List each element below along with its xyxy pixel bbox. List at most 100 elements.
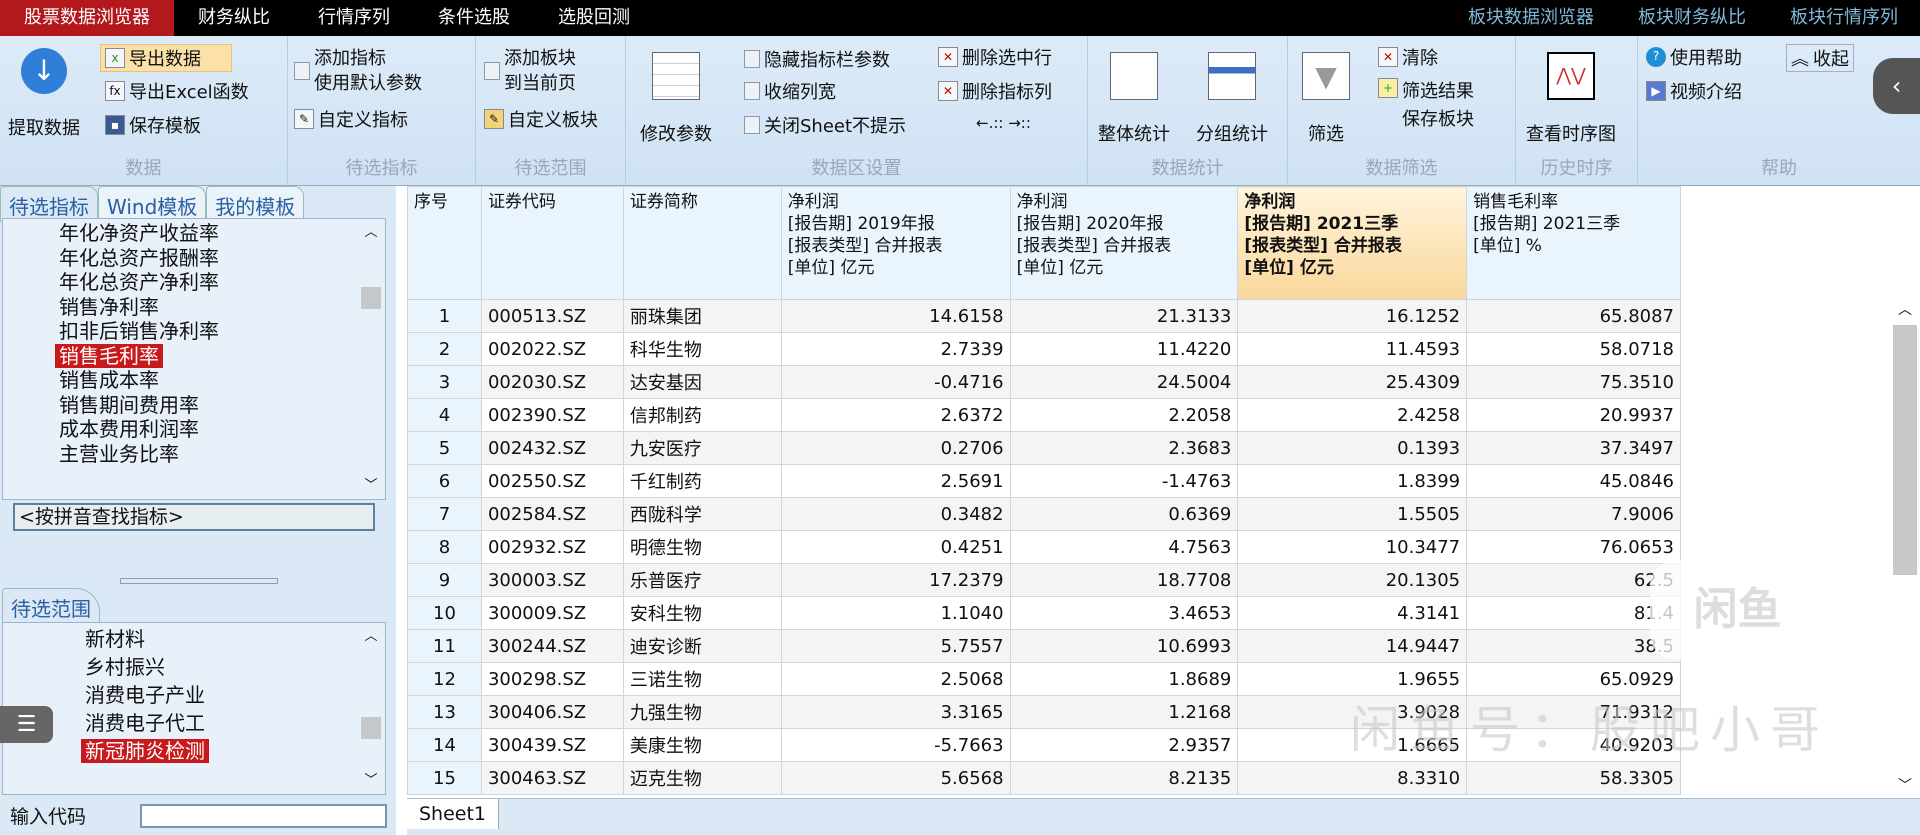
security-code[interactable]: 300244.SZ <box>480 629 624 663</box>
scroll-down-icon[interactable]: ﹀ <box>359 474 383 493</box>
table-row[interactable]: 11300244.SZ迪安诊断5.755710.699314.944738.5 <box>407 629 1681 663</box>
table-row[interactable]: 4 002390.SZ 信邦制药 2.6372 2.2058 2.4258 20.9937 <box>407 398 1681 432</box>
tab-my-template[interactable]: 我的模板 <box>206 186 305 222</box>
security-name[interactable]: 信邦制药 <box>622 398 782 432</box>
range-item[interactable]: 乡村振兴 <box>3 653 385 681</box>
indicator-item[interactable]: 销售毛利率 <box>3 343 385 369</box>
net-profit-2021q3[interactable]: 4.3141 <box>1237 596 1468 630</box>
column-header[interactable]: 净利润 [报告期] 2019年报 [报表类型] 合并报表 [单位] 亿元 <box>780 186 1011 300</box>
net-profit-2020[interactable]: -1.4763 <box>1009 464 1239 498</box>
security-name[interactable]: 九强生物 <box>622 695 782 729</box>
add-block-checkbox[interactable]: 添加板块 到当前页 <box>484 46 576 96</box>
column-header[interactable]: 净利润 [报告期] 2021三季 [报表类型] 合并报表 [单位] 亿元 <box>1237 186 1468 300</box>
row-index[interactable]: 7 <box>407 497 482 531</box>
security-code[interactable]: 002022.SZ <box>480 332 624 366</box>
indicator-item[interactable]: 年化净资产收益率 <box>3 221 385 246</box>
row-index[interactable]: 1 <box>407 299 482 333</box>
row-index[interactable]: 4 <box>407 398 482 432</box>
net-profit-2020[interactable]: 1.2168 <box>1009 695 1239 729</box>
gross-margin-2021q3[interactable]: 20.9937 <box>1466 398 1681 432</box>
net-profit-2020[interactable]: 21.3133 <box>1009 299 1239 333</box>
gross-margin-2021q3[interactable]: 65.8087 <box>1466 299 1681 333</box>
hide-params-checkbox[interactable]: 隐藏指标栏参数 <box>744 46 890 72</box>
net-profit-2020[interactable]: 3.4653 <box>1009 596 1239 630</box>
row-index[interactable]: 2 <box>407 332 482 366</box>
scroll-down-icon[interactable]: ﹀ <box>359 769 383 788</box>
net-profit-2019[interactable]: 0.3482 <box>780 497 1011 531</box>
modify-params-button[interactable]: 修改参数 <box>640 52 712 146</box>
net-profit-2021q3[interactable]: 11.4593 <box>1237 332 1468 366</box>
scroll-thumb[interactable] <box>361 717 381 739</box>
range-item[interactable]: 新冠肺炎检测 <box>3 737 385 765</box>
net-profit-2019[interactable]: -5.7663 <box>780 728 1011 762</box>
filter-button[interactable]: ▼ 筛选 <box>1302 52 1350 146</box>
table-row[interactable]: 3 002030.SZ 达安基因 -0.4716 24.5004 25.4309 75.35… <box>407 365 1681 399</box>
security-name[interactable]: 科华生物 <box>622 332 782 366</box>
gross-margin-2021q3[interactable]: 81.4 <box>1466 596 1681 630</box>
net-profit-2021q3[interactable]: 2.4258 <box>1237 398 1468 432</box>
indicator-item[interactable]: 扣非后销售净利率 <box>3 319 385 344</box>
net-profit-2020[interactable]: 24.5004 <box>1009 365 1239 399</box>
indicator-scrollbar[interactable]: ︿ ﹀ <box>359 221 383 497</box>
row-index[interactable]: 11 <box>407 629 482 663</box>
range-item[interactable]: 新材料 <box>3 625 385 653</box>
tab-stock-screen[interactable]: 条件选股 <box>414 0 534 36</box>
security-name[interactable]: 西陇科学 <box>622 497 782 531</box>
net-profit-2021q3[interactable]: 1.5505 <box>1237 497 1468 531</box>
security-code[interactable]: 002390.SZ <box>480 398 624 432</box>
indicator-item[interactable]: 销售期间费用率 <box>3 393 385 418</box>
security-code[interactable]: 002432.SZ <box>480 431 624 465</box>
net-profit-2021q3[interactable]: 16.1252 <box>1237 299 1468 333</box>
column-header[interactable]: 序号 <box>407 186 482 300</box>
export-data-button[interactable]: x 导出数据 <box>100 44 232 72</box>
net-profit-2019[interactable]: 0.2706 <box>780 431 1011 465</box>
row-index[interactable]: 13 <box>407 695 482 729</box>
collapse-ribbon-button[interactable]: ︽ 收起 <box>1786 44 1854 72</box>
net-profit-2021q3[interactable]: 0.1393 <box>1237 431 1468 465</box>
delete-column-button[interactable]: ✕ 删除指标列 <box>938 78 1052 104</box>
net-profit-2019[interactable]: 2.6372 <box>780 398 1011 432</box>
save-template-button[interactable]: ▪ 保存模板 <box>105 112 201 138</box>
tab-candidate-range[interactable]: 待选范围 <box>2 588 100 626</box>
net-profit-2019[interactable]: 5.7557 <box>780 629 1011 663</box>
net-profit-2021q3[interactable]: 10.3477 <box>1237 530 1468 564</box>
security-code[interactable]: 002584.SZ <box>480 497 624 531</box>
scroll-up-icon[interactable]: ︿ <box>359 625 383 644</box>
net-profit-2020[interactable]: 0.6369 <box>1009 497 1239 531</box>
tab-financial-compare[interactable]: 财务纵比 <box>174 0 294 36</box>
table-row[interactable]: 1 000513.SZ 丽珠集团 14.6158 21.3133 16.1252 65.80… <box>407 299 1681 333</box>
row-index[interactable]: 15 <box>407 761 482 795</box>
indicator-item[interactable]: 成本费用利润率 <box>3 417 385 442</box>
table-row[interactable]: 6 002550.SZ 千红制药 2.5691 -1.4763 1.8399 45.0846 <box>407 464 1681 498</box>
net-profit-2020[interactable]: 8.2135 <box>1009 761 1239 795</box>
column-header[interactable]: 证券简称 <box>622 186 782 300</box>
table-row[interactable]: 8 002932.SZ 明德生物 0.4251 4.7563 10.3477 76.0653 <box>407 530 1681 564</box>
scroll-thumb[interactable] <box>1893 325 1917 575</box>
net-profit-2019[interactable]: 3.3165 <box>780 695 1011 729</box>
indicator-search-input[interactable]: <按拼音查找指标> <box>13 503 375 531</box>
net-profit-2020[interactable]: 11.4220 <box>1009 332 1239 366</box>
indicator-item[interactable]: 销售成本率 <box>3 368 385 393</box>
move-column-buttons[interactable]: ←.:: →:: <box>976 114 1031 132</box>
gross-margin-2021q3[interactable]: 7.9006 <box>1466 497 1681 531</box>
tab-stock-browser[interactable]: 股票数据浏览器 <box>0 0 174 36</box>
custom-block-button[interactable]: ✎ 自定义板块 <box>484 106 598 132</box>
save-filter-block-button[interactable]: + 筛选结果 保存板块 <box>1378 78 1474 134</box>
overall-stats-button[interactable]: 整体统计 <box>1098 52 1170 146</box>
row-index[interactable]: 9 <box>407 563 482 597</box>
column-header[interactable]: 净利润 [报告期] 2020年报 [报表类型] 合并报表 [单位] 亿元 <box>1009 186 1239 300</box>
net-profit-2021q3[interactable]: 1.8399 <box>1237 464 1468 498</box>
net-profit-2019[interactable]: 2.5068 <box>780 662 1011 696</box>
scroll-up-icon[interactable]: ︿ <box>1893 299 1917 319</box>
scroll-up-icon[interactable]: ︿ <box>359 221 383 240</box>
row-index[interactable]: 3 <box>407 365 482 399</box>
column-header[interactable]: 销售毛利率 [报告期] 2021三季 [单位] % <box>1466 186 1681 300</box>
indicator-item[interactable]: 年化总资产净利率 <box>3 270 385 295</box>
help-button[interactable]: ? 使用帮助 <box>1646 44 1742 70</box>
tab-backtest[interactable]: 选股回测 <box>534 0 654 36</box>
security-code[interactable]: 300298.SZ <box>480 662 624 696</box>
table-row[interactable]: 7 002584.SZ 西陇科学 0.3482 0.6369 1.5505 7.9006 <box>407 497 1681 531</box>
security-name[interactable]: 千红制药 <box>622 464 782 498</box>
custom-indicator-button[interactable]: ✎ 自定义指标 <box>294 106 408 132</box>
net-profit-2021q3[interactable]: 25.4309 <box>1237 365 1468 399</box>
